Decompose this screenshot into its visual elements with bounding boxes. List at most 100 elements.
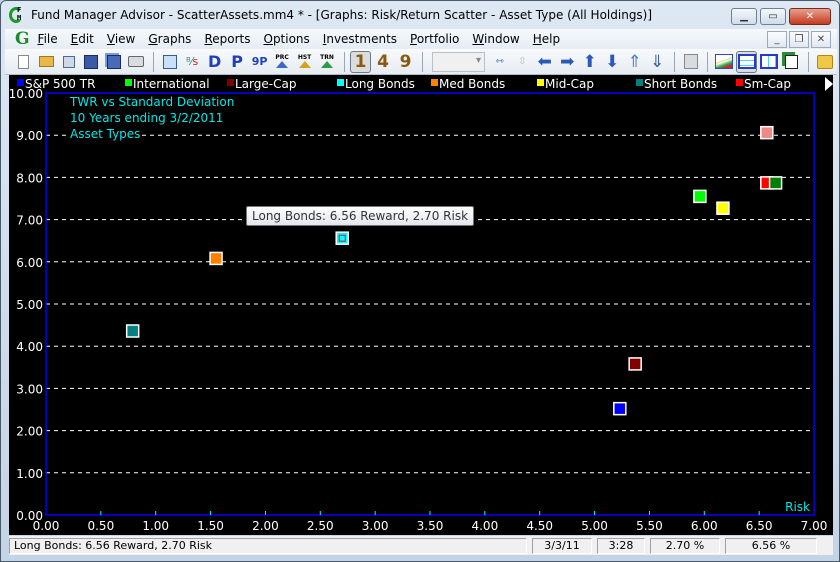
menu-portfolio[interactable]: Portfolio [410,32,459,46]
legend-scroll-right-icon[interactable] [825,77,833,91]
window-title: Fund Manager Advisor - ScatterAssets.mm4… [31,8,653,22]
line-chart-button[interactable] [713,51,734,73]
toolbar-combo[interactable] [432,51,486,72]
data-point[interactable] [716,201,730,215]
x-tick-label: 3.50 [417,519,444,533]
arrow-up-button[interactable]: ⬆ [579,51,600,73]
y-tick-label: 6.00 [16,256,43,270]
arrow-down-button[interactable]: ⬇ [601,51,622,73]
minimize-button[interactable]: ▁ [731,8,757,25]
x-axis-label: Risk [785,500,810,514]
data-point[interactable] [335,231,349,245]
maximize-button[interactable]: ▭ [760,8,786,25]
copy-clipboard-icon [785,54,799,69]
open-portfolio-button[interactable] [58,51,79,73]
x-tick-label: 0.50 [87,519,114,533]
chart-svg: S&P 500 TR International Large-Cap Long Bon… [9,77,828,533]
buy-sell-button[interactable]: ᴮ⁄s [181,51,202,73]
legend-label: Long Bonds [345,77,415,91]
menu-help[interactable]: Help [533,32,560,46]
pencil-note-icon [162,54,177,69]
status-bar: Long Bonds: 6.56 Reward, 2.70 Risk 3/3/1… [9,536,833,555]
menu-options[interactable]: Options [263,32,309,46]
arrow-left-button[interactable]: ⬅ [534,51,555,73]
calculator-icon [683,54,698,69]
y-tick-label: 1.00 [16,467,43,481]
period-4-button[interactable]: 4 [372,51,393,73]
double-arrow-down-icon: ⇓ [650,51,665,72]
x-tick-label: 3.00 [362,519,389,533]
period-1-button[interactable]: 1 [349,50,372,73]
data-point[interactable] [768,176,783,190]
menu-investments[interactable]: Investments [323,32,397,46]
g-logo-icon[interactable]: G [15,29,30,49]
move-top-button[interactable]: ⇑ [624,51,645,73]
move-bottom-button[interactable]: ⇓ [646,51,667,73]
expand-horizontal-button[interactable]: ⇿ [489,51,510,73]
arrow-left-icon: ⬅ [537,51,552,72]
new-file-icon [18,54,30,69]
edit-transactions-button[interactable] [159,51,180,73]
9p-button[interactable]: 9P [249,51,270,73]
data-point[interactable] [693,189,707,204]
status-risk: 2.70 % [650,537,720,554]
new-file-button[interactable] [13,51,34,73]
y-tick-label: 4.00 [16,340,43,354]
save-all-button[interactable] [103,51,124,73]
data-point[interactable] [628,357,642,371]
print-button[interactable] [125,51,146,73]
mdi-restore-button[interactable]: ❐ [789,31,809,48]
app-logo-icon[interactable]: FM [9,6,27,24]
open-folder-button[interactable] [35,51,56,73]
d-button[interactable]: D [204,51,225,73]
trn-button[interactable]: TRN [316,51,337,73]
y-tick-label: 7.00 [16,214,43,228]
horizontal-grid-button[interactable] [735,50,758,73]
data-point[interactable] [209,251,223,266]
legend-label: Med Bonds [439,77,505,91]
open-folder-icon [38,56,54,67]
legend-label: Sm-Cap [744,77,791,91]
hst-button[interactable]: HST [294,51,315,73]
toolbar: ᴮ⁄s D P 9P PRC HST TRN 1 4 9 ⇿ ⇳ ⬅ ➡ ⬆ ⬇… [5,49,837,75]
title-bar: FM Fund Manager Advisor - ScatterAssets.… [1,1,839,29]
p-button[interactable]: P [226,51,247,73]
help-button[interactable] [814,51,835,73]
menu-window[interactable]: Window [472,32,519,46]
prc-button[interactable]: PRC [271,51,292,73]
legend-swatch [736,79,743,86]
menu-graphs[interactable]: Graphs [148,32,191,46]
mdi-close-button[interactable]: ✕ [811,31,831,48]
y-tick-label: 8.00 [16,171,43,185]
lock-file-icon [62,55,75,68]
period-9-button[interactable]: 9 [395,51,416,73]
menu-edit[interactable]: Edit [71,32,94,46]
menu-file[interactable]: File [38,32,58,46]
save-disk-icon [84,54,99,69]
arrow-right-button[interactable]: ➡ [556,51,577,73]
legend-label: International [133,77,210,91]
menu-view[interactable]: View [107,32,135,46]
vertical-grid-icon [760,54,779,69]
data-point[interactable] [125,324,140,338]
menu-reports[interactable]: Reports [204,32,250,46]
calculator-button[interactable] [680,51,701,73]
save-button[interactable] [80,51,101,73]
status-date: 3/3/11 [532,537,592,554]
arrow-down-icon: ⬇ [605,51,620,72]
buy-sell-icon: ᴮ⁄s [185,55,199,68]
restore-icon: ❐ [794,34,804,45]
data-point[interactable] [613,401,627,416]
close-button[interactable]: ✕ [789,8,831,25]
x-tick-label: 2.00 [252,519,279,533]
transactions-upload-icon [321,61,334,68]
data-point[interactable] [760,125,774,140]
toolbar-separator [422,51,424,72]
mdi-minimize-button[interactable]: _ [767,31,787,48]
legend-label: Short Bonds [644,77,717,91]
copy-button[interactable] [781,51,802,73]
status-time: 3:28 [597,537,645,554]
chart-title: TWR vs Standard Deviation [69,95,234,109]
vertical-grid-button[interactable] [758,51,779,73]
expand-vertical-button[interactable]: ⇳ [512,51,533,73]
